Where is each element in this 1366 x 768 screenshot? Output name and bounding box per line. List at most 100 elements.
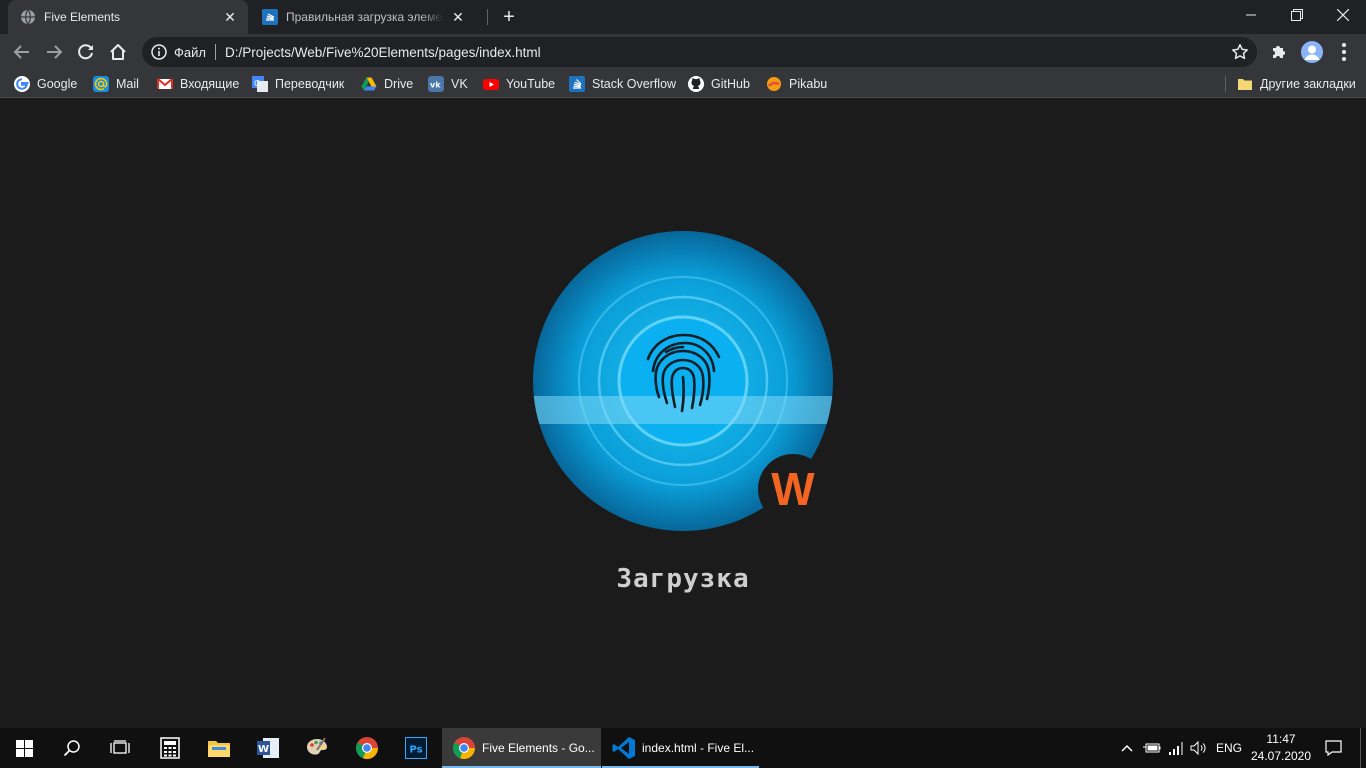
url-text[interactable]: D:/Projects/Web/Five%20Elements/pages/in… (225, 45, 1231, 60)
tab-loading-elements[interactable]: Правильная загрузка элементов ✕ (250, 0, 476, 34)
home-icon (110, 44, 126, 60)
bookmark-label: Google (37, 77, 78, 91)
forward-button[interactable] (42, 40, 66, 64)
minimize-button[interactable] (1228, 0, 1274, 30)
youtube-icon (483, 79, 499, 90)
address-divider (214, 44, 216, 60)
reload-button[interactable] (74, 40, 98, 64)
bookmark-youtube[interactable]: YouTube (483, 70, 555, 98)
arrow-left-icon (13, 45, 29, 59)
network-status[interactable] (1165, 728, 1187, 768)
search-button[interactable] (48, 728, 96, 768)
gmail-icon (157, 78, 173, 89)
other-bookmarks-label: Другие закладки (1260, 77, 1356, 91)
profile-avatar[interactable] (1301, 41, 1323, 63)
language-indicator[interactable]: ENG (1212, 728, 1246, 768)
tab-strip: Five Elements ✕ Правильная загрузка элем… (0, 0, 1366, 34)
stack-overflow-icon (569, 76, 585, 92)
svg-text:G: G (254, 79, 260, 88)
svg-text:W: W (258, 744, 269, 755)
stack-overflow-icon (262, 9, 278, 25)
start-button[interactable] (0, 728, 48, 768)
speaker-icon (1190, 741, 1206, 755)
other-bookmarks-folder[interactable]: Другие закладки (1237, 70, 1356, 98)
bookmark-github[interactable]: GitHub (688, 70, 750, 98)
search-icon (63, 740, 80, 757)
close-tab-icon[interactable]: ✕ (450, 9, 466, 25)
arrow-right-icon (47, 45, 63, 59)
back-button[interactable] (10, 40, 34, 64)
home-button[interactable] (106, 40, 130, 64)
bookmark-label: Входящие (180, 77, 240, 91)
bookmark-stack-overflow[interactable]: Stack Overflow (569, 70, 676, 98)
svg-text:vk: vk (430, 81, 441, 90)
restore-button[interactable] (1274, 0, 1320, 30)
windows-logo-icon (15, 739, 33, 757)
taskbar-app-vscode[interactable]: index.html - Five El... (602, 728, 759, 768)
vk-icon: vk (428, 76, 444, 92)
word-icon: W (257, 738, 279, 758)
globe-icon (21, 9, 35, 25)
taskbar-app-title: Five Elements - Go... (482, 741, 595, 755)
bookmark-google[interactable]: Google (14, 70, 77, 98)
show-hidden-icons-button[interactable] (1117, 728, 1137, 768)
photoshop-app[interactable]: Ps (392, 728, 440, 768)
close-tab-icon[interactable]: ✕ (222, 9, 238, 25)
calculator-app[interactable] (146, 728, 194, 768)
bookmark-mail[interactable]: Mail (93, 70, 139, 98)
puzzle-extensions-icon[interactable] (1270, 43, 1288, 61)
browser-toolbar: Файл D:/Projects/Web/Five%20Elements/pag… (0, 34, 1366, 70)
clock-date: 24.07.2020 (1250, 749, 1312, 763)
bookmark-vk[interactable]: vk VK (428, 70, 468, 98)
chevron-up-icon (1121, 744, 1133, 752)
loading-label: Загрузка (616, 564, 750, 594)
info-icon[interactable] (151, 44, 167, 60)
close-window-button[interactable] (1320, 0, 1366, 30)
translate-icon: G (252, 76, 268, 92)
page-viewport: W Загрузка (0, 99, 1366, 728)
chrome-icon (452, 737, 476, 760)
paint-app[interactable] (293, 728, 341, 768)
folder-icon (208, 741, 230, 757)
minimize-icon (1246, 14, 1256, 16)
taskbar-app-chrome[interactable]: Five Elements - Go... (442, 728, 601, 768)
file-explorer-app[interactable] (195, 728, 243, 768)
show-desktop-divider[interactable] (1360, 728, 1361, 768)
action-center-button[interactable] (1318, 728, 1348, 768)
bookmark-label: YouTube (506, 77, 556, 91)
browser-menu-button[interactable] (1340, 42, 1348, 62)
bookmark-inbox[interactable]: Входящие (157, 70, 239, 98)
tab-five-elements[interactable]: Five Elements ✕ (8, 0, 248, 34)
star-icon[interactable] (1231, 43, 1249, 61)
task-view-icon (110, 740, 130, 754)
clock-time: 11:47 (1266, 732, 1296, 746)
calculator-icon (160, 737, 180, 759)
bookmark-label: Pikabu (789, 77, 828, 91)
photoshop-icon: Ps (405, 737, 427, 759)
bookmark-translate[interactable]: G Переводчик (252, 70, 344, 98)
address-bar[interactable]: Файл D:/Projects/Web/Five%20Elements/pag… (142, 37, 1257, 67)
google-icon (14, 76, 30, 92)
bookmark-drive[interactable]: Drive (361, 70, 413, 98)
chrome-app[interactable] (343, 728, 391, 768)
folder-icon (1238, 79, 1252, 90)
new-tab-button[interactable]: + (498, 7, 520, 29)
reload-icon (78, 44, 93, 60)
restore-icon (1291, 9, 1303, 21)
word-app[interactable]: W (244, 728, 292, 768)
notification-icon (1324, 740, 1342, 756)
bookmark-pikabu[interactable]: Pikabu (766, 70, 827, 98)
battery-status[interactable] (1140, 728, 1164, 768)
tab-title: Five Elements (44, 10, 121, 24)
battery-plug-icon (1143, 743, 1161, 753)
task-view-button[interactable] (96, 728, 144, 768)
url-scheme-label: Файл (174, 44, 206, 60)
tab-separator (487, 9, 488, 25)
volume-control[interactable] (1188, 728, 1210, 768)
mail-at-icon (93, 76, 109, 92)
bookmarks-separator (1225, 76, 1226, 92)
system-clock[interactable]: 11:47 24.07.2020 (1248, 731, 1314, 765)
language-label: ENG (1215, 741, 1242, 755)
svg-text:Ps: Ps (409, 745, 422, 756)
w-logo-badge: W (758, 454, 828, 524)
